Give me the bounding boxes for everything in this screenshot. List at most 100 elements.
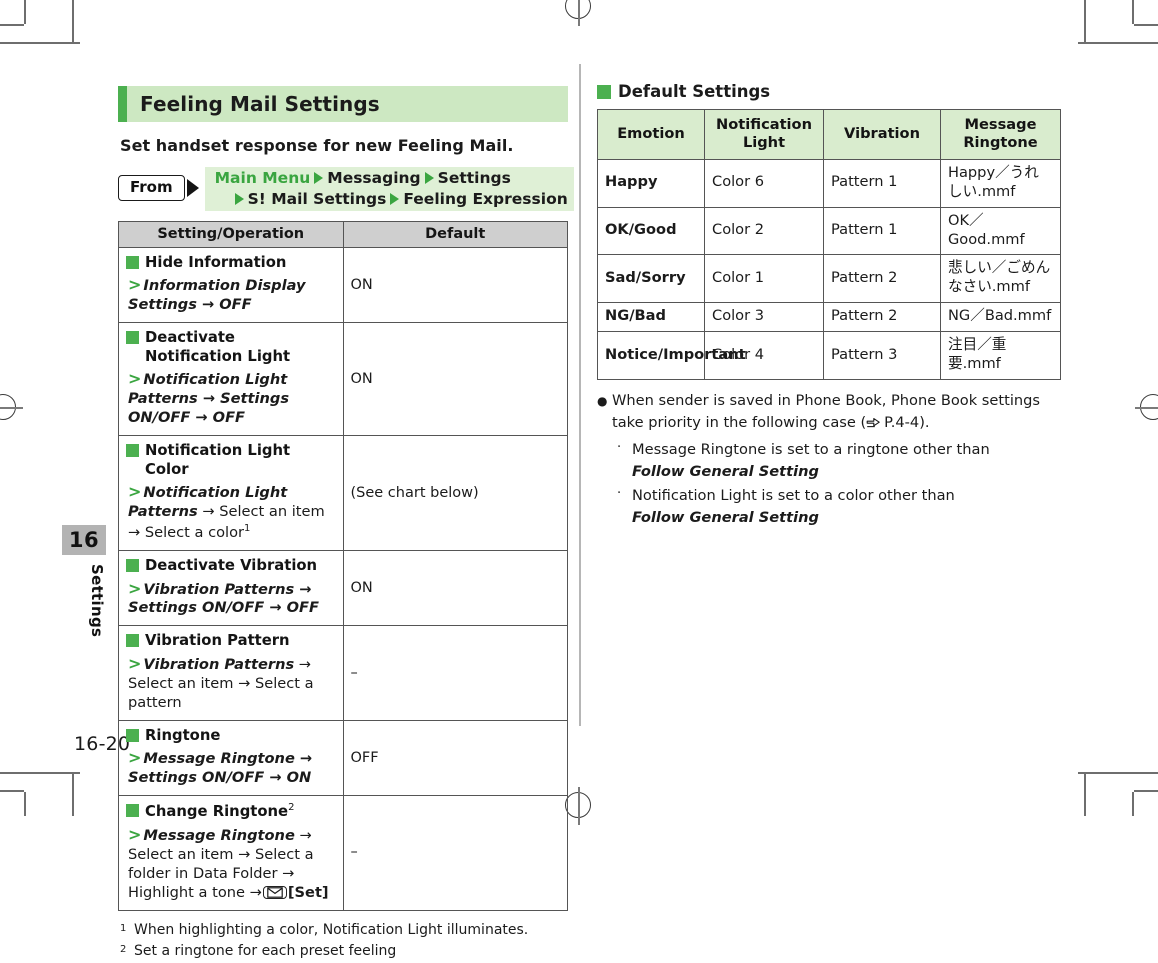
table-row: Happy Color 6 Pattern 1 Happy／うれしい.mmf [597,158,1061,208]
emotion-cell: Happy [597,158,705,208]
setting-title: Change Ringtone2 [126,802,337,821]
ringtone-cell: 注目／重要.mmf [940,331,1061,381]
setting-path: > Message Ringtone → Select an item → Sel… [126,825,337,903]
emotion-cell: Sad/Sorry [597,254,705,304]
registration-mark-left [0,391,23,425]
setting-title-text: Hide Information [145,254,287,271]
table-row: Deactivate Vibration > Vibration Patterns… [118,550,568,627]
setting-title: Deactivate Notification Light [126,329,337,366]
menu-path-feeling-expression: Feeling Expression [403,190,568,208]
default-cell: – [342,625,568,721]
middot-icon: · [617,440,622,456]
column-header-notification-light: Notification Light [704,109,824,160]
setting-title-text: Ringtone [145,726,221,744]
vibration-cell: Pattern 1 [823,158,941,208]
table-row: Notice/Important Color 4 Pattern 3 注目／重要… [597,331,1061,381]
setting-path-text: Notification Light Patterns → Settings O… [128,371,290,427]
setting-title-text: Change Ringtone2 [145,802,295,821]
green-square-icon [126,559,139,573]
note-sub-item: · Notification Light is set to a color o… [597,485,1042,529]
subsection-heading-text: Default Settings [618,82,771,101]
setting-path-text: Vibration Patterns → Settings ON/OFF → O… [128,580,319,617]
setting-path-text: Message Ringtone → Select an item → Sele… [128,826,329,901]
chevron-right-icon: > [128,275,142,295]
default-cell: ON [342,322,568,437]
note-emphasis: Follow General Setting [632,508,819,526]
column-header-default: Default [342,221,568,248]
setting-path-text: Notification Light Patterns → Select an … [128,484,325,542]
green-square-icon [126,444,139,458]
table-row: Vibration Pattern > Vibration Patterns → … [118,625,568,721]
registration-mark-top [562,0,596,26]
light-cell: Color 3 [704,302,824,333]
note-main-text: When sender is saved in Phone Book, Phon… [612,390,1042,437]
footnotes: 1 When highlighting a color, Notificatio… [118,920,568,963]
chevron-right-icon: > [128,748,142,768]
setting-title-text: Deactivate Vibration [145,557,318,575]
softkey-label: [Set] [287,883,329,901]
note-sub-item: · Message Ringtone is set to a ringtone … [597,439,1042,483]
vibration-cell: Pattern 3 [823,331,941,381]
table-row: Sad/Sorry Color 1 Pattern 2 悲しい／ごめんなさい.m… [597,254,1061,304]
middot-icon: · [617,485,622,501]
menu-path-smail-settings: S! Mail Settings [247,190,387,208]
green-square-icon [126,331,139,345]
path-triangle-icon [424,172,434,185]
table-row: Notification Light Color > Notification L… [118,435,568,552]
page-title: Feeling Mail Settings [140,92,380,116]
vibration-cell: Pattern 2 [823,302,941,333]
column-header-emotion: Emotion [597,109,705,160]
right-column: Default Settings Emotion Notification Li… [597,82,1061,529]
default-cell: (See chart below) [342,435,568,552]
column-header-setting-operation: Setting/Operation [118,221,344,248]
footnote-item: 1 When highlighting a color, Notificatio… [120,920,568,942]
crop-mark-top-left [0,0,120,70]
vibration-cell: Pattern 2 [823,254,941,304]
crop-mark-bottom-right [1038,746,1158,816]
table-header-row: Emotion Notification Light Vibration Mes… [597,109,1061,160]
light-cell: Color 2 [704,206,824,256]
setting-path-text: Information Display Settings → OFF [128,277,306,314]
table-header-row: Setting/Operation Default [118,221,568,248]
column-header-vibration: Vibration [823,109,941,160]
chevron-right-icon: > [128,482,142,502]
setting-cell: Deactivate Vibration > Vibration Patterns… [118,550,344,627]
setting-path-text: Vibration Patterns → Select an item → Se… [128,655,314,711]
light-cell: Color 1 [704,254,824,304]
from-label: From [118,175,185,201]
light-cell: Color 6 [704,158,824,208]
navigation-path-row: From Main Menu Messaging Settings S! Mail … [118,165,574,211]
table-row: Deactivate Notification Light > Notificat… [118,322,568,437]
setting-cell: Deactivate Notification Light > Notificat… [118,322,344,437]
setting-path: > Information Display Settings → OFF [126,275,337,315]
default-settings-table: Emotion Notification Light Vibration Mes… [597,109,1061,381]
emotion-cell: OK/Good [597,206,705,256]
vibration-cell: Pattern 1 [823,206,941,256]
green-square-icon [126,804,139,818]
footnote-marker: 2 [288,802,295,814]
table-row: NG/Bad Color 3 Pattern 2 NG／Bad.mmf [597,302,1061,333]
chevron-right-icon: > [128,578,142,598]
green-square-icon [597,85,611,99]
setting-path: > Vibration Patterns → Select an item → S… [126,654,337,713]
note-main: ● When sender is saved in Phone Book, Ph… [597,390,1042,437]
footnote-item: 2 Set a ringtone for each preset feeling [120,941,568,963]
ringtone-cell: OK／Good.mmf [940,206,1061,256]
setting-path: > Notification Light Patterns → Settings … [126,369,337,428]
setting-path-text: Message Ringtone → Settings ON/OFF → ON [128,750,313,787]
crop-mark-bottom-left [0,746,120,816]
footnote-text: Set a ringtone for each preset feeling [134,943,397,960]
setting-title: Hide Information [126,254,337,272]
column-divider [579,64,581,726]
chapter-number: 16 [62,525,106,555]
registration-mark-right [1135,391,1158,425]
subsection-heading: Default Settings [597,82,1042,101]
setting-cell: Ringtone > Message Ringtone → Settings ON… [118,719,344,797]
from-badge: From [118,165,199,211]
green-square-icon [126,728,139,742]
setting-path: > Message Ringtone → Settings ON/OFF → ON [126,748,337,788]
ringtone-cell: Happy／うれしい.mmf [940,158,1061,208]
ringtone-cell: 悲しい／ごめんなさい.mmf [940,254,1061,304]
footnote-marker: 2 [120,944,127,956]
chapter-name: Settings [88,564,106,638]
